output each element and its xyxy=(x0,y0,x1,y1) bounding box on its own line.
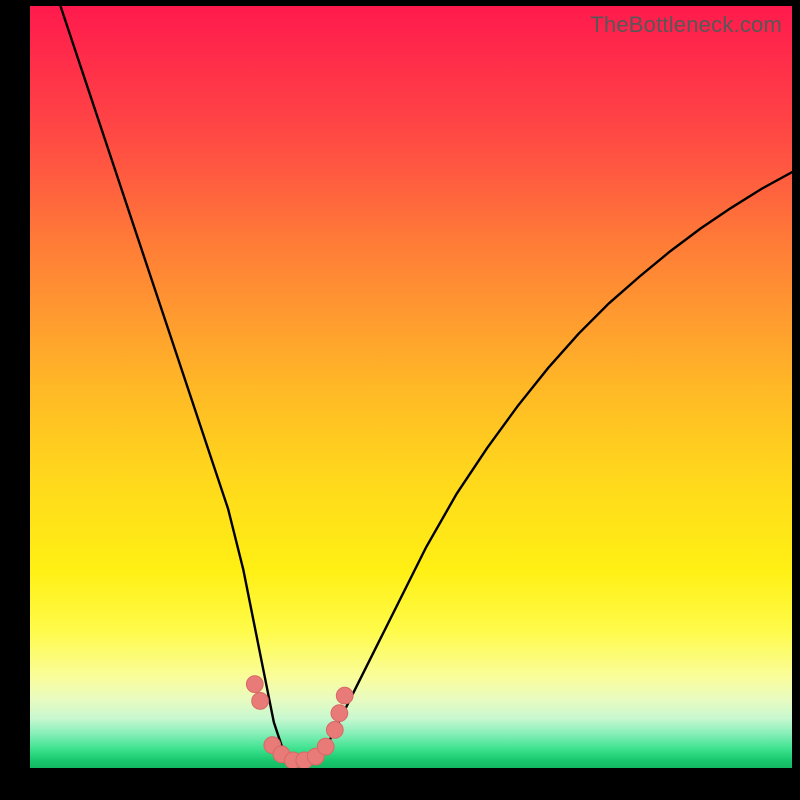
bottleneck-curve xyxy=(60,6,792,764)
data-marker xyxy=(252,693,269,710)
data-marker xyxy=(331,705,348,722)
marker-group xyxy=(246,676,353,768)
data-marker xyxy=(336,687,353,704)
watermark-text: TheBottleneck.com xyxy=(590,12,782,38)
chart-frame: TheBottleneck.com xyxy=(0,0,800,800)
data-marker xyxy=(326,722,343,739)
data-marker xyxy=(246,676,263,693)
chart-svg xyxy=(30,6,792,768)
data-marker xyxy=(317,738,334,755)
plot-area: TheBottleneck.com xyxy=(30,6,792,768)
